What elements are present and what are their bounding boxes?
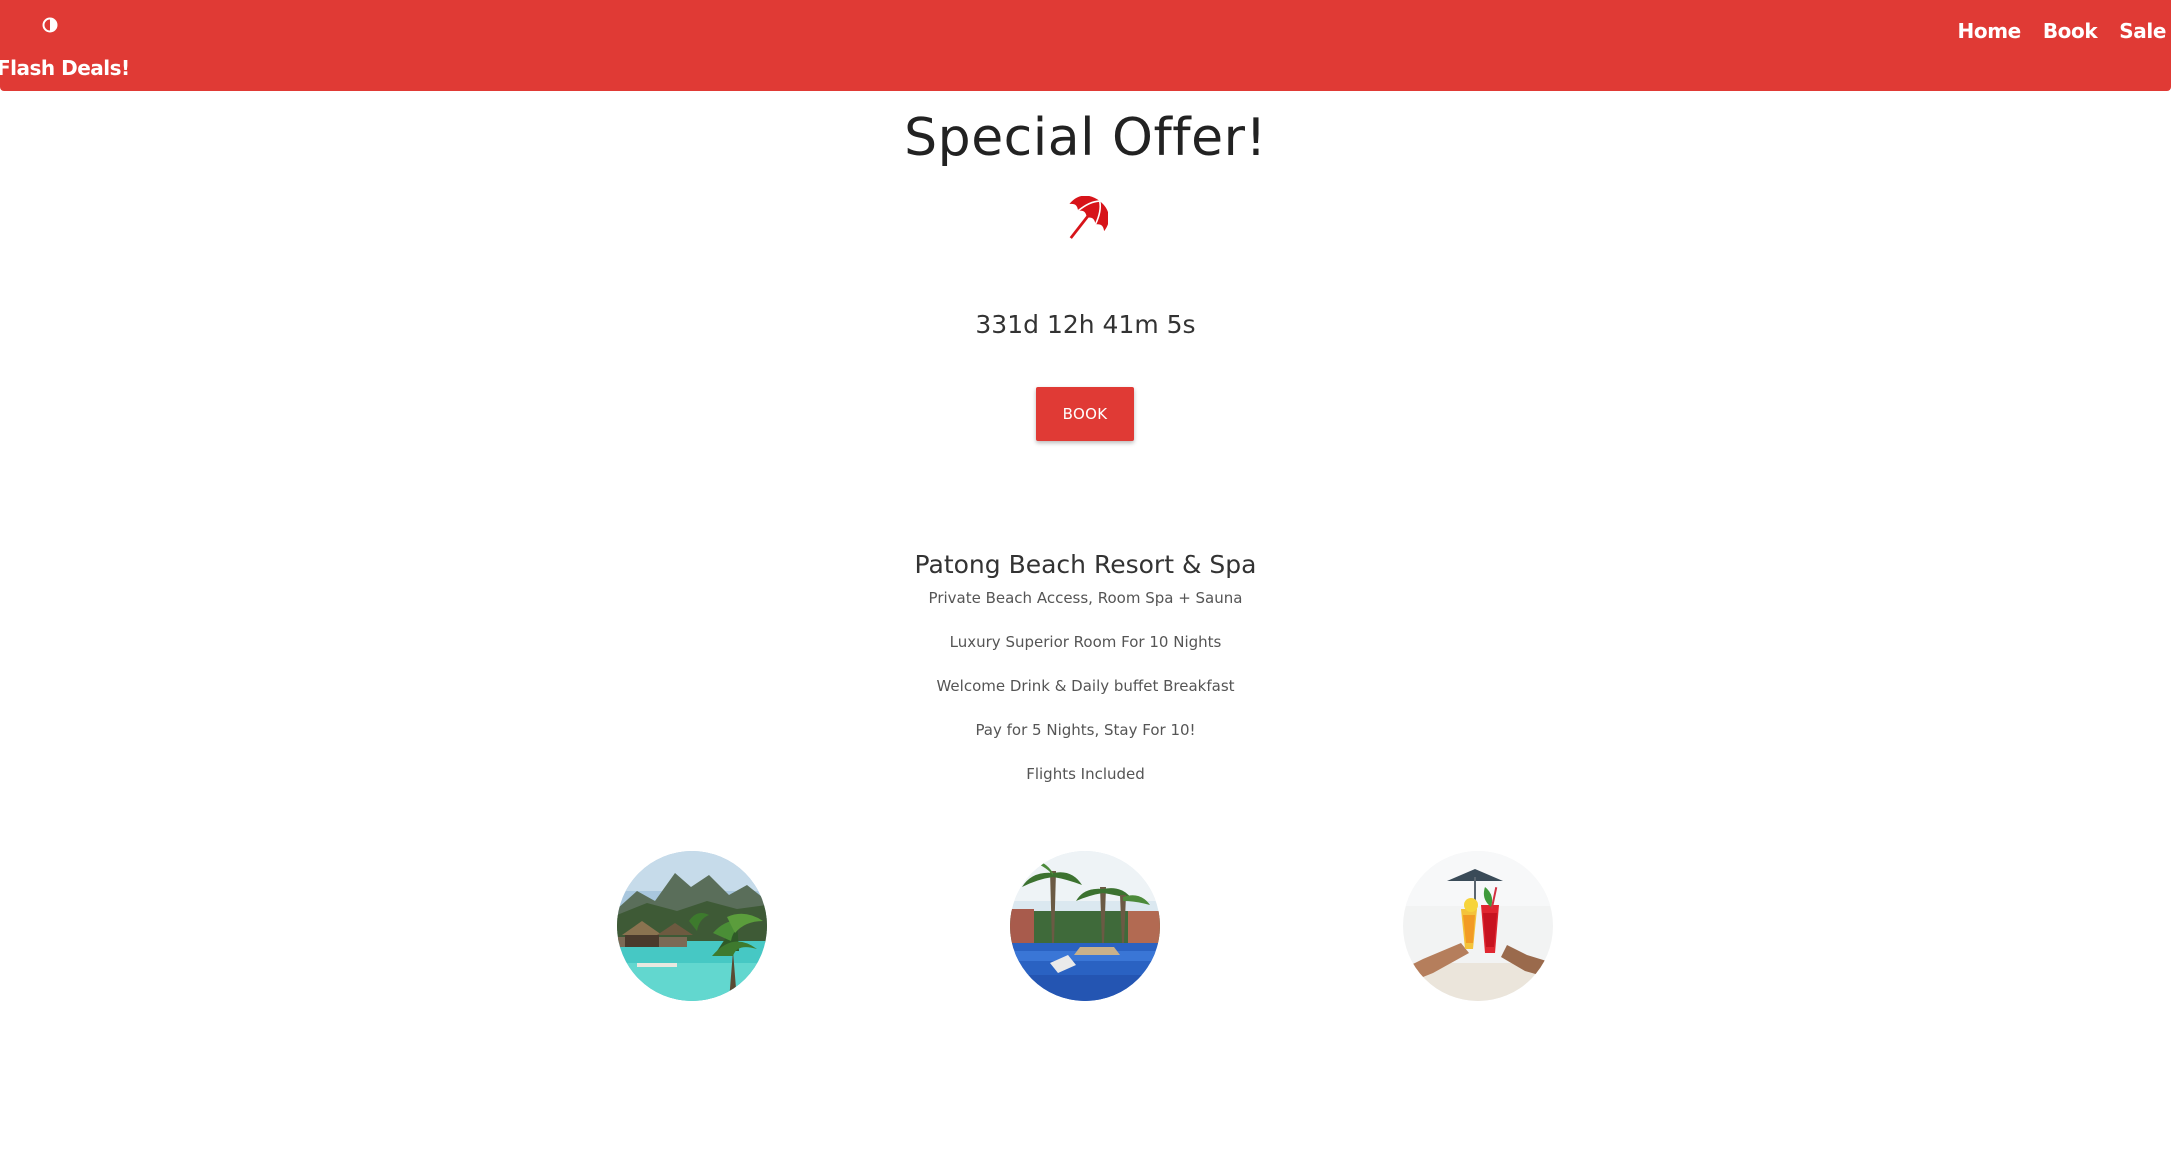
nav-links: Home Book Sale: [1936, 19, 2171, 43]
book-button[interactable]: BOOK: [1036, 387, 1134, 441]
half-circle-icon[interactable]: [42, 17, 58, 33]
feature-list: Private Beach Access, Room Spa + Sauna L…: [0, 589, 2171, 809]
resort-name: Patong Beach Resort & Spa: [914, 550, 1257, 579]
beach-umbrella-icon: [1069, 196, 1108, 239]
feature-item: Luxury Superior Room For 10 Nights: [949, 633, 1222, 651]
feature-item: Pay for 5 Nights, Stay For 10!: [975, 721, 1196, 739]
feature-item: Flights Included: [1026, 765, 1145, 783]
page-title: Special Offer!: [904, 108, 1267, 168]
cocktails-image: [1403, 851, 1553, 1001]
nav-sale-link[interactable]: Sale: [2119, 19, 2166, 43]
feature-item: Private Beach Access, Room Spa + Sauna: [928, 589, 1243, 607]
navbar: Flash Deals! Home Book Sale: [0, 0, 2171, 91]
palm-lagoon-image: [1010, 851, 1160, 1001]
nav-book-link[interactable]: Book: [2043, 19, 2098, 43]
brand-title[interactable]: Flash Deals!: [0, 56, 130, 80]
resort-pool-image: [617, 851, 767, 1001]
countdown-timer: 331d 12h 41m 5s: [975, 310, 1196, 339]
feature-item: Welcome Drink & Daily buffet Breakfast: [936, 677, 1235, 695]
nav-home-link[interactable]: Home: [1958, 19, 2022, 43]
